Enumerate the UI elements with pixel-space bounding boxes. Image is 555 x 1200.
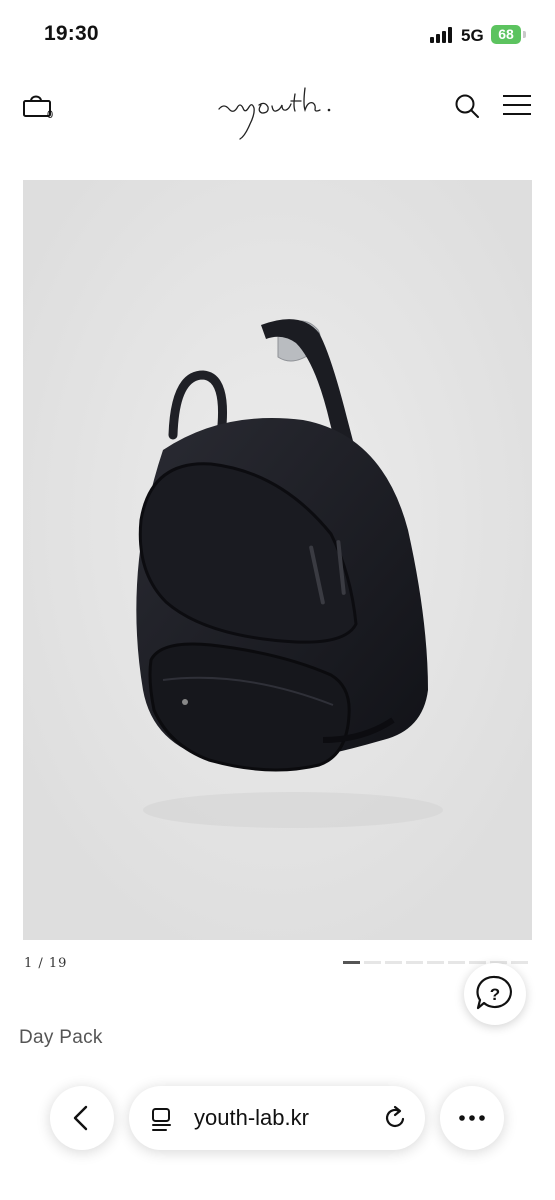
page-icon [152, 1108, 171, 1131]
gallery-progress-segment [427, 961, 444, 964]
image-counter: 1 / 19 [24, 956, 68, 971]
brand-logo[interactable] [215, 82, 340, 144]
gallery-progress-segment [406, 961, 423, 964]
reload-icon[interactable] [381, 1104, 409, 1132]
chevron-left-icon [73, 1105, 88, 1131]
cart-count: 0 [47, 109, 54, 121]
product-name: Day Pack [19, 1027, 103, 1048]
gallery-progress-segment [364, 961, 381, 964]
help-chat-icon: ? [476, 975, 512, 1010]
gallery-progress-segment [448, 961, 465, 964]
status-time: 19:30 [44, 22, 99, 45]
battery-icon: 68 [491, 25, 521, 44]
signal-icon [430, 27, 456, 43]
gallery-progress-segment [385, 961, 402, 964]
back-button[interactable] [50, 1086, 114, 1150]
help-chat-button[interactable]: ? [464, 963, 526, 1025]
battery-tip [523, 31, 526, 38]
search-button[interactable] [454, 93, 480, 119]
more-button[interactable] [440, 1086, 504, 1150]
menu-button[interactable] [502, 94, 532, 116]
gallery-progress-segment [343, 961, 360, 964]
backpack-illustration [23, 180, 532, 940]
menu-icon [503, 95, 531, 115]
search-icon [455, 94, 479, 118]
more-dots-icon [459, 1115, 485, 1121]
product-image[interactable] [23, 180, 532, 940]
network-type: 5G [461, 26, 484, 45]
url-text[interactable]: youth-lab.kr [194, 1105, 309, 1131]
svg-text:?: ? [490, 985, 500, 1004]
